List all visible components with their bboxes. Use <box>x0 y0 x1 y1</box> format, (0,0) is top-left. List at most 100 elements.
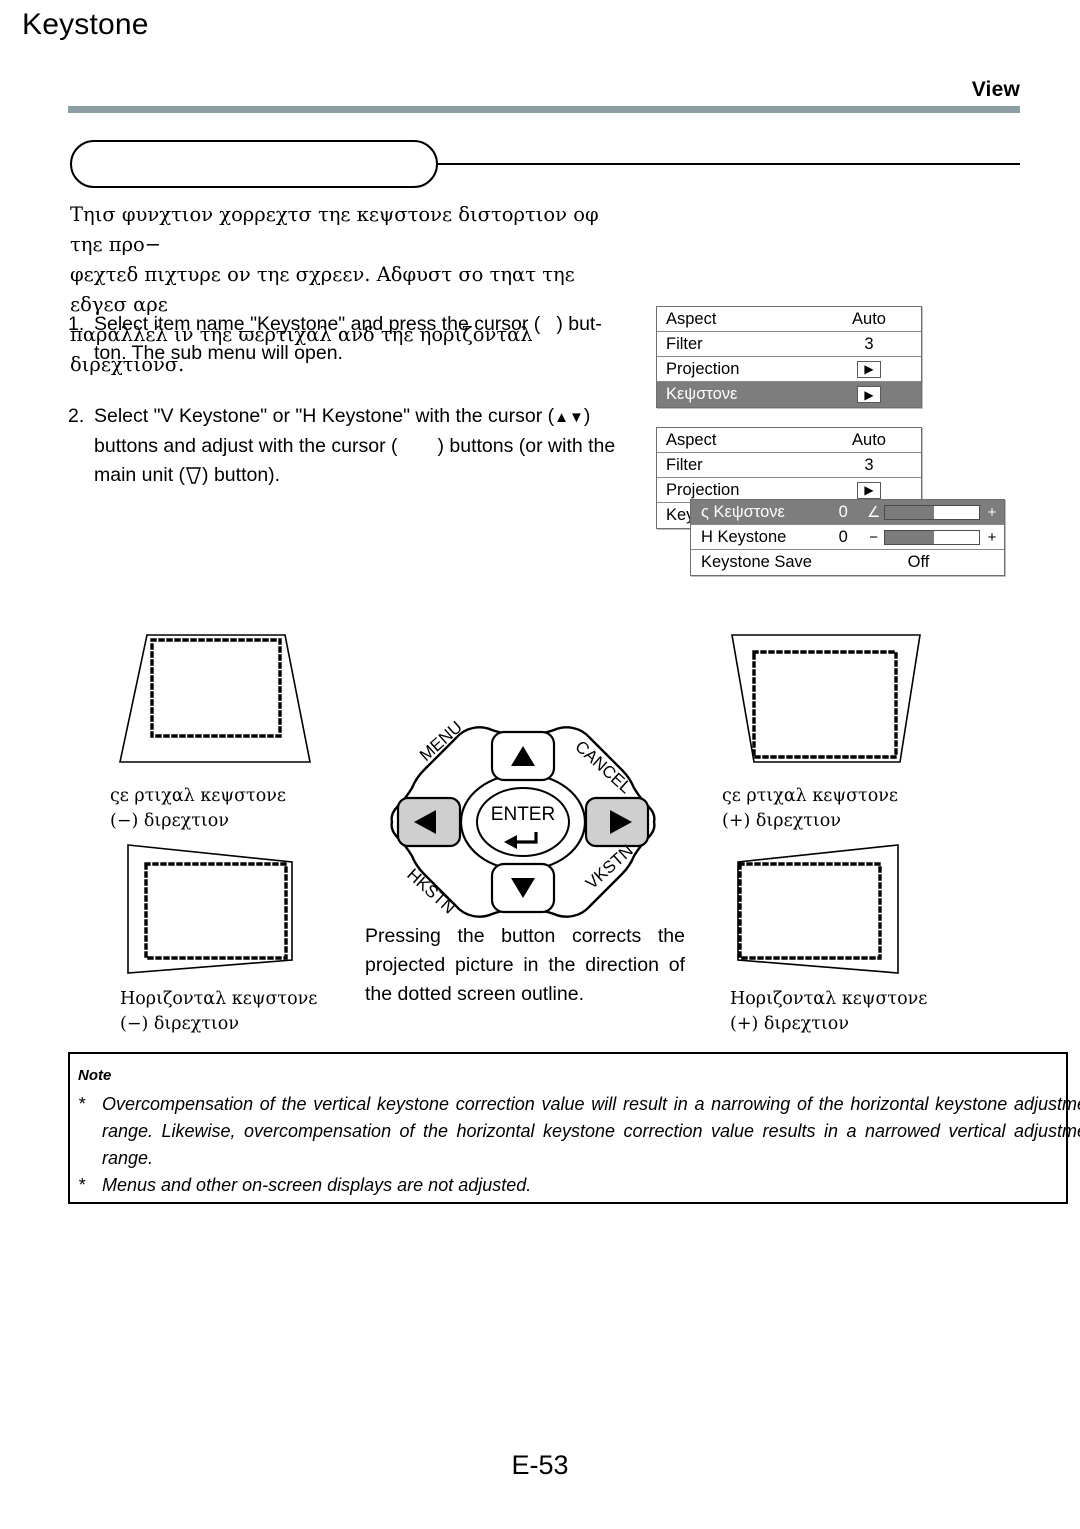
vertical-minus-diagram <box>119 634 311 763</box>
step2-text-part2: ) <box>583 405 591 427</box>
svg-text:ENTER: ENTER <box>491 804 555 825</box>
osd-label: Aspect <box>666 309 717 328</box>
chevron-right-icon[interactable]: ▶ <box>857 360 881 378</box>
osd-value: Off <box>907 553 930 571</box>
minus-icon[interactable]: − <box>864 529 884 546</box>
section-title-pill <box>70 140 438 188</box>
step1-text-part2: ) but- <box>556 313 602 335</box>
osd-arrow-cell: ▶ <box>826 481 912 499</box>
section-header-label: View <box>971 78 1020 101</box>
step1-text-part1: Select item name "Keystone" and press th… <box>94 313 541 335</box>
step2-text-part1: Select "V Keystone" or "H Keystone" with… <box>94 405 555 427</box>
osd-row-aspect[interactable]: Aspect Auto <box>657 428 921 453</box>
osd-row-keystone-save[interactable]: Keystone Save Off <box>691 550 1004 575</box>
figure-vertical-keystone-minus: ςε ρτιχαλ κεψστονε (−) διρεχτιον <box>110 630 320 834</box>
caption-line-1: Ηοριζονταλ κεψστονε <box>730 989 928 1009</box>
angle-icon: ∠ <box>866 504 881 521</box>
horizontal-minus-diagram <box>127 844 293 974</box>
osd-value: 3 <box>864 334 874 353</box>
note-bullet: * <box>78 1175 86 1195</box>
osd-value: Auto <box>852 309 886 328</box>
figure-caption: ςε ρτιχαλ κεψστονε (−) διρεχτιον <box>110 784 320 834</box>
osd-row-projection[interactable]: Projection ▶ <box>657 357 921 382</box>
manual-page: View Keystone Τηισ φυνχτιον χορρεχτσ τηε… <box>0 0 1080 1529</box>
osd-row-h-keystone[interactable]: H Keystone 0 − + <box>691 525 1004 550</box>
step2-text-part6: ) button). <box>202 464 281 486</box>
step-number: 2. <box>68 405 85 427</box>
figure-caption: Ηοριζονταλ κεψστονε (−) διρεχτιον <box>120 987 320 1037</box>
caption-line-2: (+) διρεχτιον <box>722 811 841 831</box>
caption-line-2: (−) διρεχτιον <box>110 811 229 831</box>
step2-text-part5: main unit ( <box>94 464 186 486</box>
step-list: 1. Select item name "Keystone" and press… <box>68 310 638 524</box>
v-keystone-slider[interactable] <box>883 504 980 520</box>
slider-fill <box>884 530 934 544</box>
step2-line3: main unit ( ) button). <box>94 461 638 490</box>
plus-icon[interactable]: + <box>980 504 1004 521</box>
figure-caption: Ηοριζονταλ κεψστονε (+) διρεχτιον <box>730 987 930 1037</box>
h-keystone-slider[interactable] <box>883 529 980 545</box>
osd-label: Κεψστονε <box>666 385 738 403</box>
step-number: 1. <box>68 313 85 335</box>
header-rule <box>68 106 1020 113</box>
chevron-right-icon[interactable]: ▶ <box>857 481 881 499</box>
osd-row-filter[interactable]: Filter 3 <box>657 453 921 478</box>
osd-label: Keystone Save <box>701 553 812 571</box>
caption-line-1: Ηοριζονταλ κεψστονε <box>120 989 318 1009</box>
note-content: Note * Overcompensation of the vertical … <box>78 1062 1080 1199</box>
chevron-right-icon[interactable]: ▶ <box>857 386 881 403</box>
osd-value: 3 <box>864 455 874 474</box>
osd-label: H Keystone <box>701 527 787 546</box>
osd-label: Projection <box>666 480 740 499</box>
step-text: Select "V Keystone" or "H Keystone" with… <box>94 402 638 490</box>
note-bullet: * <box>78 1094 86 1114</box>
osd-value: Auto <box>852 430 886 449</box>
caption-line-1: ςε ρτιχαλ κεψστονε <box>722 786 898 806</box>
step2-text-part3: buttons and adjust with the cursor ( <box>94 435 398 457</box>
page-number: E-53 <box>511 1450 569 1480</box>
osd-submenu-keystone[interactable]: ς Κεψστονε 0 ∠ + H Keystone 0 − + Keysto… <box>690 499 1005 576</box>
osd-menu-main[interactable]: Aspect Auto Filter 3 Projection ▶ Κεψστο… <box>656 306 922 408</box>
remote-keypad[interactable]: ENTER MENU CANCEL HKSTN VKSTN <box>378 717 668 918</box>
horizontal-plus-diagram <box>737 844 899 974</box>
intro-line-1: Τηισ φυνχτιον χορρεχτσ τηε κεψστονε διστ… <box>70 203 599 256</box>
osd-value: 0 <box>838 502 848 521</box>
note-item: * Menus and other on-screen displays are… <box>78 1172 1080 1199</box>
osd-label: ς Κεψστονε <box>701 502 785 521</box>
arrow-down-icon <box>569 405 584 427</box>
caption-line-2: (+) διρεχτιον <box>730 1014 849 1034</box>
step2-line2: buttons and adjust with the cursor ( ) bu… <box>94 432 638 461</box>
note-item-text: Overcompensation of the vertical keyston… <box>102 1094 1080 1168</box>
step2-text-part4: ) buttons (or with the <box>437 435 616 457</box>
figure-horizontal-keystone-minus: Ηοριζονταλ κεψστονε (−) διρεχτιον <box>120 840 320 1037</box>
arrow-up-icon <box>554 405 569 427</box>
step-item: 1. Select item name "Keystone" and press… <box>68 310 638 368</box>
osd-row-keystone[interactable]: Κεψστονε ▶ <box>657 382 921 407</box>
osd-row-v-keystone[interactable]: ς Κεψστονε 0 ∠ + <box>691 500 1004 525</box>
caption-line-2: (−) διρεχτιον <box>120 1014 239 1034</box>
note-item-text: Menus and other on-screen displays are n… <box>102 1175 532 1195</box>
remote-instruction-caption: Pressing the button corrects the project… <box>365 925 685 1005</box>
figure-caption: ςε ρτιχαλ κεψστονε (+) διρεχτιον <box>722 784 932 834</box>
page-title: Keystone <box>22 8 149 41</box>
plus-icon[interactable]: + <box>980 529 1004 546</box>
caption-line-1: ςε ρτιχαλ κεψστονε <box>110 786 286 806</box>
osd-arrow-cell: ▶ <box>826 360 912 378</box>
vertical-plus-diagram <box>731 634 921 763</box>
osd-row-aspect[interactable]: Aspect Auto <box>657 307 921 332</box>
osd-row-filter[interactable]: Filter 3 <box>657 332 921 357</box>
title-connector-rule <box>438 163 1020 165</box>
step-item: 2. Select "V Keystone" or "H Keystone" w… <box>68 402 638 490</box>
note-item: * Overcompensation of the vertical keyst… <box>78 1091 1080 1172</box>
step1-text-part3: ton. The sub menu will open. <box>94 342 343 364</box>
step-text: Select item name "Keystone" and press th… <box>94 310 638 368</box>
osd-label: Projection <box>666 359 740 378</box>
osd-arrow-cell: ▶ <box>826 386 912 403</box>
note-title: Note <box>78 1067 112 1084</box>
osd-label: Filter <box>666 455 703 474</box>
osd-value: 0 <box>838 527 848 546</box>
figure-vertical-keystone-plus: ςε ρτιχαλ κεψστονε (+) διρεχτιον <box>722 630 932 834</box>
osd-label: Aspect <box>666 430 717 449</box>
osd-label: Filter <box>666 334 703 353</box>
slider-fill <box>884 505 934 519</box>
